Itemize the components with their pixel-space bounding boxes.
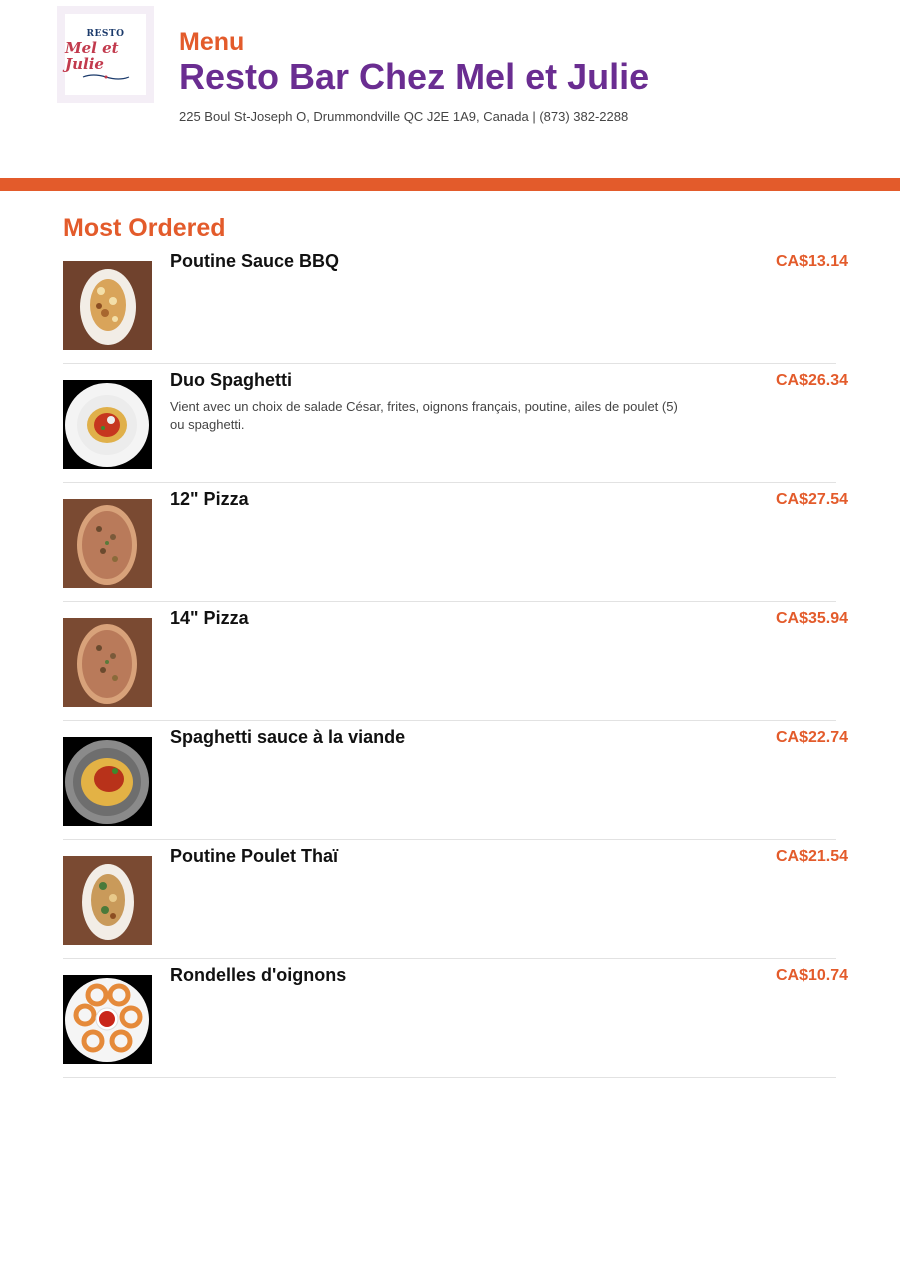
item-price: CA$21.54 bbox=[775, 848, 848, 865]
menu-item[interactable]: 12" Pizza CA$27.54 bbox=[63, 483, 848, 602]
logo-flourish-icon bbox=[82, 73, 129, 80]
item-price: CA$26.34 bbox=[775, 372, 848, 389]
menu-item[interactable]: Poutine Sauce BBQ CA$13.14 bbox=[63, 245, 848, 364]
menu-item-list: Poutine Sauce BBQ CA$13.14 Duo Spaghetti… bbox=[63, 245, 848, 1078]
menu-item[interactable]: 14" Pizza CA$35.94 bbox=[63, 602, 848, 721]
menu-label: Menu bbox=[179, 28, 245, 56]
restaurant-address: 225 Boul St-Joseph O, Drummondville QC J… bbox=[179, 109, 629, 124]
pizza-photo bbox=[63, 618, 152, 707]
poutine-bbq-photo bbox=[63, 261, 152, 350]
restaurant-logo: RESTO Mel et Julie bbox=[57, 6, 154, 103]
item-name: Rondelles d'oignons bbox=[170, 965, 347, 985]
pizza-photo bbox=[63, 499, 152, 588]
menu-item[interactable]: Poutine Poulet Thaï CA$21.54 bbox=[63, 840, 848, 959]
item-price: CA$13.14 bbox=[775, 253, 848, 270]
onion-rings-photo bbox=[63, 975, 152, 1064]
logo-inner: RESTO Mel et Julie bbox=[65, 14, 146, 95]
item-price: CA$10.74 bbox=[775, 967, 848, 984]
poutine-thai-photo bbox=[63, 856, 152, 945]
item-name: Spaghetti sauce à la viande bbox=[170, 727, 406, 747]
spaghetti-plate-photo bbox=[63, 380, 152, 469]
item-price: CA$22.74 bbox=[775, 729, 848, 746]
logo-top-text: RESTO bbox=[86, 28, 125, 39]
menu-item[interactable]: Spaghetti sauce à la viande CA$22.74 bbox=[63, 721, 848, 840]
item-description: Vient avec un choix de salade César, fri… bbox=[170, 399, 678, 432]
logo-script-text: Mel et Julie bbox=[65, 38, 119, 73]
spaghetti-bowl-photo bbox=[63, 737, 152, 826]
header: Menu Resto Bar Chez Mel et Julie 225 Bou… bbox=[179, 27, 649, 125]
item-name: 12" Pizza bbox=[170, 489, 249, 509]
item-price: CA$27.54 bbox=[775, 491, 848, 508]
item-name: 14" Pizza bbox=[170, 608, 249, 628]
menu-item[interactable]: Duo Spaghetti Vient avec un choix de sal… bbox=[63, 364, 848, 483]
item-name: Duo Spaghetti bbox=[170, 370, 292, 390]
item-name: Poutine Poulet Thaï bbox=[170, 846, 339, 866]
item-price: CA$35.94 bbox=[775, 610, 848, 627]
section-title: Most Ordered bbox=[63, 214, 226, 242]
restaurant-name: Resto Bar Chez Mel et Julie bbox=[179, 56, 650, 97]
header-divider bbox=[0, 178, 900, 191]
menu-item[interactable]: Rondelles d'oignons CA$10.74 bbox=[63, 959, 848, 1078]
item-name: Poutine Sauce BBQ bbox=[170, 251, 340, 271]
